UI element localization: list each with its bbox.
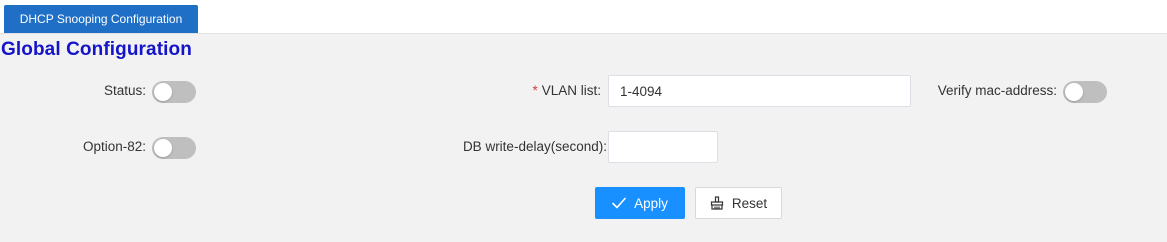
- status-toggle-knob: [154, 83, 172, 101]
- vlan-list-label: * VLAN list:: [532, 83, 601, 98]
- option-82-label: Option-82:: [82, 139, 146, 154]
- apply-button[interactable]: Apply: [595, 187, 685, 219]
- status-toggle[interactable]: [152, 81, 196, 103]
- vlan-list-label-text: VLAN list:: [541, 83, 601, 98]
- option-82-toggle-knob: [154, 139, 172, 157]
- tab-label: DHCP Snooping Configuration: [19, 12, 183, 26]
- broom-icon: [710, 196, 724, 210]
- verify-mac-address-toggle-knob: [1065, 83, 1083, 101]
- reset-button[interactable]: Reset: [695, 187, 782, 219]
- verify-mac-address-label: Verify mac-address:: [937, 83, 1057, 98]
- db-write-delay-label: DB write-delay(second):: [462, 139, 607, 154]
- verify-mac-address-toggle[interactable]: [1063, 81, 1107, 103]
- reset-button-label: Reset: [731, 195, 768, 211]
- required-mark: *: [532, 83, 538, 98]
- db-write-delay-input[interactable]: [608, 131, 718, 163]
- tab-dhcp-snooping-configuration[interactable]: DHCP Snooping Configuration: [4, 5, 198, 33]
- vlan-list-input[interactable]: [608, 75, 911, 107]
- section-title: Global Configuration: [1, 39, 192, 60]
- tab-bar: DHCP Snooping Configuration: [0, 0, 1167, 34]
- global-configuration-panel: Global Configuration Status: * VLAN list:…: [0, 34, 1167, 242]
- option-82-toggle[interactable]: [152, 137, 196, 159]
- check-icon: [612, 197, 626, 209]
- status-label: Status:: [103, 83, 146, 98]
- apply-button-label: Apply: [634, 195, 668, 211]
